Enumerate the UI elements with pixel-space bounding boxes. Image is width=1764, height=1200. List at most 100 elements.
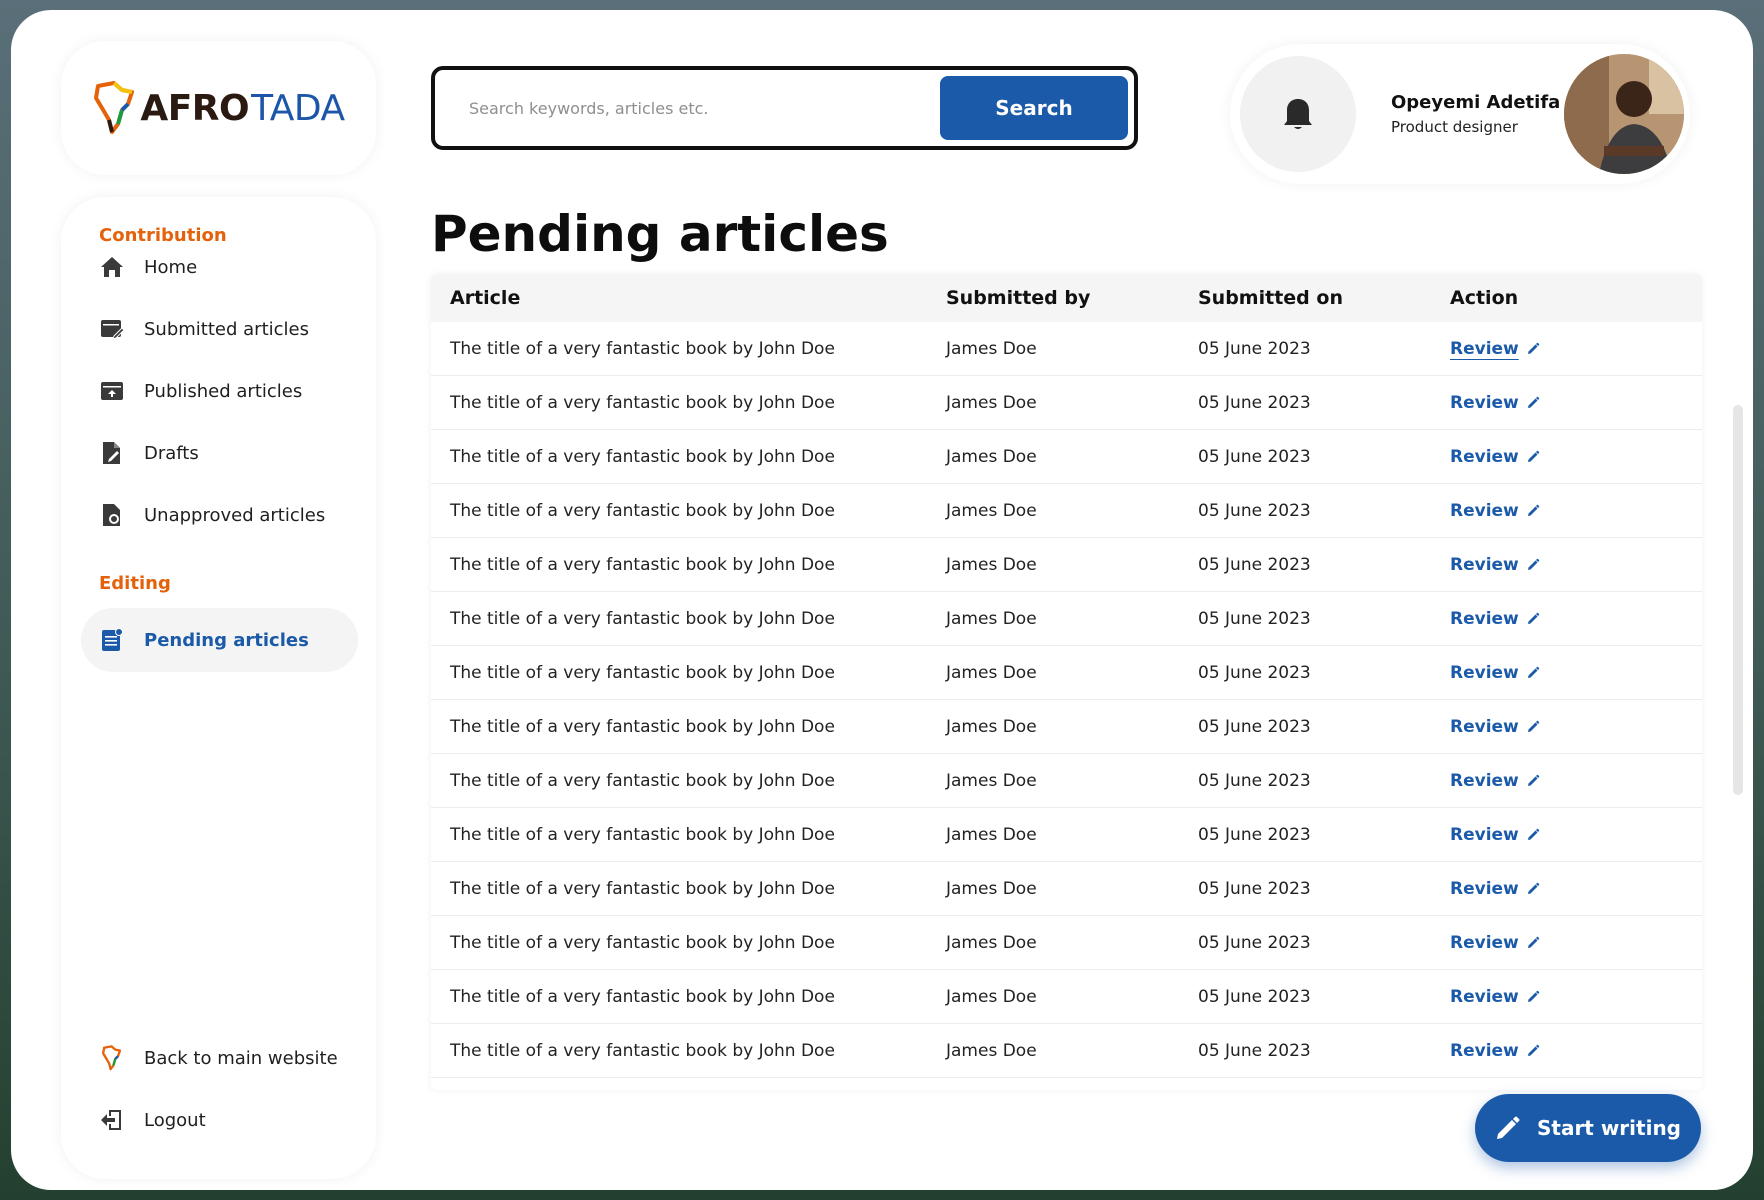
submitted-by-cell: James Doe (946, 446, 1037, 467)
table-row: The title of a very fantastic book by Jo… (431, 376, 1702, 430)
profile-card: Opeyemi Adetifa Product designer (1230, 44, 1690, 184)
review-label: Review (1450, 716, 1519, 737)
review-link[interactable]: Review (1450, 1041, 1540, 1061)
action-cell: Review (1450, 609, 1702, 629)
review-link[interactable]: Review (1450, 879, 1540, 899)
column-header-submitted-on[interactable]: Submitted on (1198, 287, 1450, 309)
table-row: The title of a very fantastic book by Jo… (431, 970, 1702, 1024)
notifications-button[interactable] (1240, 56, 1356, 172)
table-row: The title of a very fantastic book by Jo… (431, 916, 1702, 970)
submitted-on-cell: 05 June 2023 (1198, 824, 1311, 845)
submitted-on-cell: 05 June 2023 (1198, 878, 1311, 899)
logout-icon (99, 1107, 125, 1133)
submitted-on-cell: 05 June 2023 (1198, 986, 1311, 1007)
pencil-icon (1527, 774, 1540, 786)
review-label: Review (1450, 392, 1519, 413)
table-row: The title of a very fantastic book by Jo… (431, 430, 1702, 484)
sidebar-item-label: Back to main website (144, 1047, 338, 1069)
table-scrollbar[interactable] (1733, 405, 1743, 795)
submitted-by-cell: James Doe (946, 554, 1037, 575)
table-row: The title of a very fantastic book by Jo… (431, 538, 1702, 592)
section-title-editing: Editing (99, 573, 171, 594)
review-link[interactable]: Review (1450, 825, 1540, 845)
pencil-icon (1527, 558, 1540, 570)
review-label: Review (1450, 608, 1519, 629)
table-row: The title of a very fantastic book by Jo… (431, 322, 1702, 376)
brand-logo[interactable]: AFRO TADA (92, 80, 345, 136)
sidebar-item-label: Published articles (144, 380, 303, 402)
sidebar-item-home[interactable]: Home (81, 235, 358, 299)
pencil-icon (1527, 504, 1540, 516)
action-cell: Review (1450, 987, 1702, 1007)
review-link[interactable]: Review (1450, 501, 1540, 521)
review-link[interactable]: Review (1450, 771, 1540, 791)
sidebar-item-submitted-articles[interactable]: Submitted articles (81, 297, 358, 361)
review-label: Review (1450, 446, 1519, 467)
submitted-on-cell: 05 June 2023 (1198, 716, 1311, 737)
sidebar-item-drafts[interactable]: Drafts (81, 421, 358, 485)
review-label: Review (1450, 554, 1519, 575)
pencil-icon (1527, 450, 1540, 462)
table-header: Article Submitted by Submitted on Action (431, 274, 1702, 322)
africa-logo-icon (94, 81, 135, 134)
article-title-cell: The title of a very fantastic book by Jo… (450, 1040, 835, 1061)
article-title-cell: The title of a very fantastic book by Jo… (450, 824, 835, 845)
drafts-icon (99, 440, 125, 466)
review-link[interactable]: Review (1450, 447, 1540, 467)
search-button[interactable]: Search (940, 76, 1128, 140)
action-cell: Review (1450, 879, 1702, 899)
brand-name-tada: TADA (251, 87, 345, 129)
pencil-icon (1496, 1116, 1520, 1139)
table-row: The title of a very fantastic book by Jo… (431, 592, 1702, 646)
submitted-icon (99, 316, 125, 342)
sidebar-item-label: Logout (144, 1109, 206, 1131)
sidebar-item-logout[interactable]: Logout (81, 1088, 358, 1152)
submitted-by-cell: James Doe (946, 338, 1037, 359)
unapproved-icon (99, 502, 125, 528)
review-label: Review (1450, 770, 1519, 791)
review-label: Review (1450, 500, 1519, 521)
review-link[interactable]: Review (1450, 987, 1540, 1007)
sidebar-item-back-to-main-website[interactable]: Back to main website (81, 1026, 358, 1090)
review-label: Review (1450, 338, 1519, 359)
pencil-icon (1527, 936, 1540, 948)
search-bar: Search (431, 66, 1138, 150)
review-link[interactable]: Review (1450, 555, 1540, 575)
logo-card[interactable]: AFRO TADA (61, 41, 376, 175)
submitted-by-cell: James Doe (946, 716, 1037, 737)
column-header-action: Action (1450, 287, 1519, 309)
review-link[interactable]: Review (1450, 609, 1540, 629)
review-label: Review (1450, 932, 1519, 953)
submitted-by-cell: James Doe (946, 770, 1037, 791)
table-row: The title of a very fantastic book by Jo… (431, 754, 1702, 808)
review-link[interactable]: Review (1450, 933, 1540, 953)
review-link[interactable]: Review (1450, 393, 1540, 413)
article-title-cell: The title of a very fantastic book by Jo… (450, 770, 835, 791)
user-role: Product designer (1391, 118, 1518, 136)
brand-name-afro: AFRO (140, 87, 250, 129)
sidebar-item-pending-articles[interactable]: Pending articles (81, 608, 358, 672)
table-row: The title of a very fantastic book by Jo… (431, 1024, 1702, 1078)
column-header-submitted-by[interactable]: Submitted by (946, 287, 1198, 309)
avatar[interactable] (1564, 54, 1684, 174)
review-link[interactable]: Review (1450, 717, 1540, 737)
sidebar-item-unapproved-articles[interactable]: Unapproved articles (81, 483, 358, 547)
action-cell: Review (1450, 933, 1702, 953)
table-row: The title of a very fantastic book by Jo… (431, 808, 1702, 862)
table-row: The title of a very fantastic book by Jo… (431, 484, 1702, 538)
submitted-by-cell: James Doe (946, 662, 1037, 683)
table-row: The title of a very fantastic book by Jo… (431, 700, 1702, 754)
submitted-by-cell: James Doe (946, 932, 1037, 953)
review-link[interactable]: Review (1450, 663, 1540, 683)
review-label: Review (1450, 824, 1519, 845)
published-icon (99, 378, 125, 404)
submitted-on-cell: 05 June 2023 (1198, 932, 1311, 953)
sidebar-item-published-articles[interactable]: Published articles (81, 359, 358, 423)
review-link[interactable]: Review (1450, 339, 1540, 359)
submitted-on-cell: 05 June 2023 (1198, 554, 1311, 575)
column-header-article[interactable]: Article (431, 287, 946, 309)
search-input[interactable] (435, 70, 940, 146)
pencil-icon (1527, 396, 1540, 408)
action-cell: Review (1450, 447, 1702, 467)
start-writing-button[interactable]: Start writing (1475, 1094, 1701, 1162)
